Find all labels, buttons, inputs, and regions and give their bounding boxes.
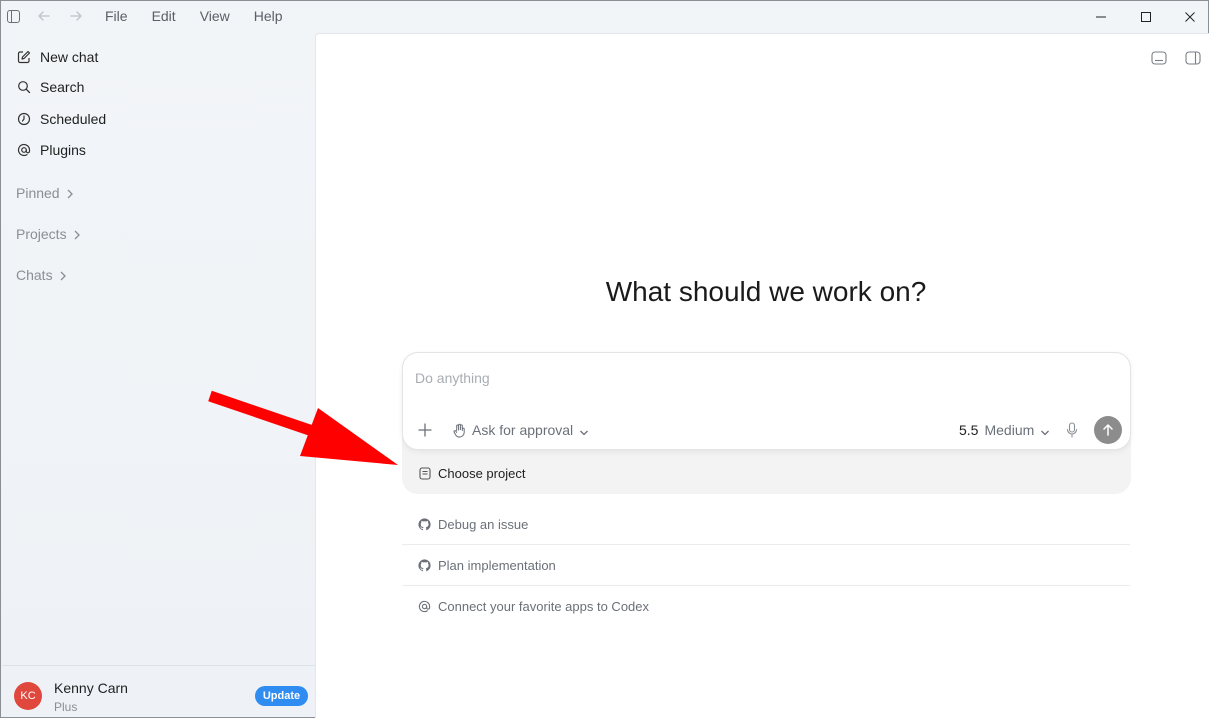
sidebar: New chat Search Scheduled Plugins Pinned — [2, 33, 315, 718]
github-icon — [417, 558, 431, 572]
avatar[interactable]: KC — [14, 682, 42, 710]
suggestion-label: Connect your favorite apps to Codex — [438, 599, 650, 614]
search-icon — [16, 79, 32, 95]
composer: Ask for approval 5.5 Medium — [402, 352, 1131, 450]
sidebar-item-scheduled[interactable]: Scheduled — [16, 107, 106, 131]
section-label: Chats — [16, 267, 53, 283]
edit-icon — [16, 49, 32, 65]
suggestion-connect-apps[interactable]: Connect your favorite apps to Codex — [402, 586, 1130, 627]
sidebar-toggle-icon[interactable] — [6, 9, 20, 23]
suggestions-list: Debug an issue Plan implementation Conne… — [402, 504, 1130, 627]
page-title: What should we work on? — [605, 276, 927, 307]
github-icon — [417, 517, 431, 531]
sidebar-item-search[interactable]: Search — [16, 75, 84, 99]
arrow-up-icon — [1103, 424, 1113, 436]
sidebar-item-plugins[interactable]: Plugins — [16, 138, 86, 162]
choose-project-button[interactable]: Choose project — [418, 463, 525, 483]
send-button[interactable] — [1094, 416, 1122, 444]
close-button[interactable] — [1167, 1, 1209, 33]
back-arrow-icon[interactable] — [35, 7, 53, 25]
minimize-button[interactable] — [1078, 1, 1124, 33]
chevron-down-icon — [1040, 425, 1050, 436]
suggestion-debug-issue[interactable]: Debug an issue — [402, 504, 1130, 545]
add-attachment-button[interactable] — [415, 420, 435, 440]
choose-project-label: Choose project — [438, 465, 526, 481]
sidebar-item-label: New chat — [40, 49, 99, 65]
chevron-down-icon — [579, 425, 589, 436]
user-footer: KC Kenny Carn Plus Update — [2, 665, 315, 718]
sidebar-item-new-chat[interactable]: New chat — [16, 45, 98, 69]
app-window: File Edit View Help New chat Search Sche… — [0, 0, 1209, 718]
model-effort: Medium — [984, 422, 1035, 438]
maximize-button[interactable] — [1123, 1, 1169, 33]
suggestion-plan-implementation[interactable]: Plan implementation — [402, 545, 1130, 586]
terminal-panel-icon[interactable] — [1150, 49, 1168, 67]
sidebar-item-label: Search — [40, 79, 85, 95]
sidebar-section-pinned[interactable]: Pinned — [16, 183, 76, 203]
microphone-button[interactable] — [1063, 420, 1081, 440]
chevron-right-icon — [66, 187, 76, 199]
at-icon — [16, 142, 32, 158]
menu-file[interactable]: File — [105, 8, 128, 24]
menu-view[interactable]: View — [200, 8, 230, 24]
sidebar-item-label: Scheduled — [40, 111, 107, 127]
menu-bar: File Edit View Help — [105, 8, 307, 24]
sidebar-section-chats[interactable]: Chats — [16, 265, 69, 285]
plus-icon — [418, 423, 432, 437]
user-name[interactable]: Kenny Carn — [54, 680, 128, 696]
approval-label: Ask for approval — [472, 422, 574, 438]
menu-help[interactable]: Help — [254, 8, 283, 24]
side-panel-icon[interactable] — [1184, 49, 1202, 67]
update-button[interactable]: Update — [255, 686, 308, 706]
section-label: Pinned — [16, 185, 60, 201]
document-icon — [418, 466, 432, 480]
sidebar-section-projects[interactable]: Projects — [16, 224, 83, 244]
title-bar: File Edit View Help — [1, 1, 1208, 33]
user-plan: Plus — [54, 700, 78, 714]
sidebar-item-label: Plugins — [40, 142, 86, 158]
suggestion-label: Plan implementation — [438, 557, 556, 573]
menu-edit[interactable]: Edit — [152, 8, 176, 24]
suggestion-label: Debug an issue — [438, 516, 529, 532]
hand-icon — [451, 422, 467, 438]
chevron-right-icon — [73, 228, 83, 240]
section-label: Projects — [16, 226, 67, 242]
at-icon — [417, 600, 431, 614]
model-version: 5.5 — [959, 422, 979, 438]
approval-mode-dropdown[interactable]: Ask for approval — [451, 420, 589, 440]
model-selector[interactable]: 5.5 Medium — [959, 420, 1050, 440]
main-panel: What should we work on? Ask for approval — [315, 33, 1209, 718]
prompt-input[interactable] — [415, 369, 1015, 387]
forward-arrow-icon[interactable] — [67, 7, 85, 25]
microphone-icon — [1066, 422, 1078, 438]
clock-icon — [16, 111, 32, 127]
chevron-right-icon — [59, 269, 69, 281]
composer-container: Ask for approval 5.5 Medium — [402, 352, 1131, 494]
